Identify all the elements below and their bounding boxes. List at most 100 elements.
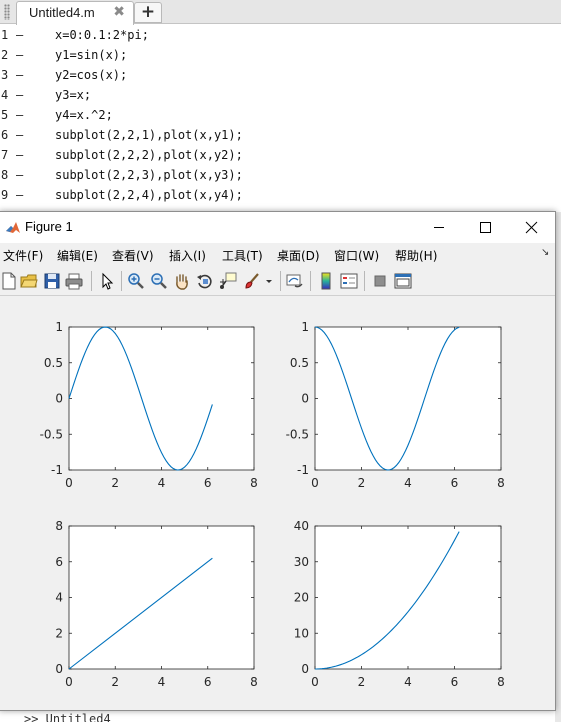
print-icon[interactable] — [65, 272, 83, 290]
line-number: 5 — [1, 108, 9, 122]
breakpoint-marker[interactable]: — — [16, 188, 23, 202]
menu-dock-arrow-icon[interactable]: ↘ — [541, 247, 549, 258]
pointer-icon[interactable] — [98, 272, 116, 290]
code-text[interactable]: y3=x; — [55, 88, 91, 102]
code-text[interactable]: y1=sin(x); — [55, 48, 127, 62]
figure-title-bar[interactable]: Figure 1 — [0, 212, 555, 243]
code-line[interactable]: 2 — y1=sin(x); — [0, 45, 561, 65]
code-line[interactable]: 1 — x=0:0.1:2*pi; — [0, 25, 561, 45]
axes-box — [314, 525, 502, 670]
y-tick-label: 0 — [301, 392, 309, 406]
tab-label: Untitled4.m — [29, 5, 95, 20]
code-text[interactable]: y4=x.^2; — [55, 108, 113, 122]
hide-plot-tools-icon[interactable] — [371, 272, 389, 290]
breakpoint-marker[interactable]: — — [16, 48, 23, 62]
minimize-button[interactable] — [416, 212, 462, 243]
code-line[interactable]: 7 — subplot(2,2,2),plot(x,y2); — [0, 145, 561, 165]
tab-grip-handle[interactable] — [4, 4, 10, 20]
colorbar-icon[interactable] — [317, 272, 335, 290]
axes-box — [314, 326, 502, 471]
y-tick-label: 30 — [294, 555, 309, 569]
y-tick-label: -1 — [51, 463, 63, 477]
x-tick-label: 8 — [250, 476, 258, 490]
subplot-1[interactable]: 0 2 4 6 8 -1 -0.5 0 0.5 1 — [40, 320, 258, 490]
breakpoint-marker[interactable]: — — [16, 108, 23, 122]
open-folder-icon[interactable] — [20, 272, 38, 290]
figure-title: Figure 1 — [25, 219, 73, 234]
menu-tools[interactable]: 工具(T) — [222, 247, 263, 264]
brush-icon[interactable] — [243, 272, 261, 290]
link-plot-icon[interactable] — [286, 272, 304, 290]
menu-file[interactable]: 文件(F) — [3, 247, 43, 264]
x-tick-label: 0 — [311, 675, 319, 689]
y-tick-label: 10 — [294, 626, 309, 640]
menu-edit[interactable]: 编辑(E) — [57, 247, 98, 264]
code-line[interactable]: 9 — subplot(2,2,4),plot(x,y4); — [0, 185, 561, 205]
tab-untitled4[interactable]: Untitled4.m ✖ — [16, 1, 134, 25]
x-tick-label: 6 — [451, 476, 459, 490]
code-text[interactable]: y2=cos(x); — [55, 68, 127, 82]
menu-insert[interactable]: 插入(I) — [169, 247, 206, 264]
line-number: 6 — [1, 128, 9, 142]
zoom-out-icon[interactable] — [150, 272, 168, 290]
breakpoint-marker[interactable]: — — [16, 128, 23, 142]
code-line[interactable]: 4 — y3=x; — [0, 85, 561, 105]
breakpoint-marker[interactable]: — — [16, 168, 23, 182]
menu-window[interactable]: 窗口(W) — [334, 247, 379, 264]
y-tick-label: -0.5 — [286, 427, 309, 441]
x-tick-label: 8 — [497, 675, 505, 689]
line-number: 3 — [1, 68, 9, 82]
code-line[interactable]: 3 — y2=cos(x); — [0, 65, 561, 85]
code-text[interactable]: subplot(2,2,2),plot(x,y2); — [55, 148, 243, 162]
save-icon[interactable] — [43, 272, 61, 290]
x-tick-label: 2 — [111, 476, 119, 490]
y-tick-label: -1 — [297, 463, 309, 477]
toolbar-separator — [310, 271, 311, 291]
brush-dropdown-icon[interactable] — [264, 272, 274, 290]
legend-icon[interactable] — [340, 272, 358, 290]
menu-desktop[interactable]: 桌面(D) — [277, 247, 320, 264]
code-text[interactable]: subplot(2,2,3),plot(x,y3); — [55, 168, 243, 182]
subplot-grid[interactable]: 0 2 4 6 8-1-0.500.510 2 4 6 8-1-0.500.510 2 4 6 8024… — [0, 297, 555, 710]
x-tick-label: 2 — [358, 675, 366, 689]
menu-view[interactable]: 查看(V) — [112, 247, 154, 264]
add-tab-button[interactable]: + — [134, 2, 162, 23]
subplot-3[interactable]: 0 2 4 6 8 0 2 4 6 8 — [55, 519, 257, 689]
y-tick-label: 1 — [55, 320, 63, 334]
pan-hand-icon[interactable] — [173, 272, 191, 290]
x-tick-label: 4 — [158, 476, 166, 490]
maximize-button[interactable] — [462, 212, 508, 243]
subplot-2[interactable]: 0 2 4 6 8 -1 -0.5 0 0.5 1 — [286, 320, 505, 490]
code-line[interactable]: 8 — subplot(2,2,3),plot(x,y3); — [0, 165, 561, 185]
code-text[interactable]: x=0:0.1:2*pi; — [55, 28, 149, 42]
subplot-4[interactable]: 0 2 4 6 8 0 10 20 30 40 — [294, 519, 505, 689]
minimize-icon — [434, 227, 444, 228]
code-line[interactable]: 6 — subplot(2,2,1),plot(x,y1); — [0, 125, 561, 145]
y-tick-label: 0.5 — [290, 356, 309, 370]
breakpoint-marker[interactable]: — — [16, 68, 23, 82]
close-tab-icon[interactable]: ✖ — [113, 4, 125, 20]
figure-window[interactable]: Figure 1 文件(F) 编辑(E) 查看(V) 插入(I) 工具(T) 桌… — [0, 211, 556, 711]
code-line[interactable]: 5 — y4=x.^2; — [0, 105, 561, 125]
x-tick-label: 0 — [311, 476, 319, 490]
y-tick-label: 6 — [55, 555, 63, 569]
breakpoint-marker[interactable]: — — [16, 148, 23, 162]
line-number: 2 — [1, 48, 9, 62]
figure-canvas[interactable]: 0 2 4 6 8 -1 -0.5 0 0.5 1 0 2 4 6 8 -1 -0.5 0 0.5 1 0 2 4 6 8 0 2 4… — [0, 297, 555, 710]
close-button[interactable] — [508, 212, 554, 243]
zoom-in-icon[interactable] — [127, 272, 145, 290]
close-icon — [525, 221, 538, 234]
line-number: 9 — [1, 188, 9, 202]
figure-menu-bar: 文件(F) 编辑(E) 查看(V) 插入(I) 工具(T) 桌面(D) 窗口(W… — [0, 243, 555, 266]
rotate-3d-icon[interactable] — [196, 272, 214, 290]
toolbar-separator — [364, 271, 365, 291]
code-text[interactable]: subplot(2,2,4),plot(x,y4); — [55, 188, 243, 202]
breakpoint-marker[interactable]: — — [16, 28, 23, 42]
show-plot-tools-icon[interactable] — [394, 272, 412, 290]
breakpoint-marker[interactable]: — — [16, 88, 23, 102]
data-cursor-icon[interactable] — [219, 272, 237, 290]
x-tick-label: 2 — [358, 476, 366, 490]
new-file-icon[interactable] — [0, 272, 18, 290]
menu-help[interactable]: 帮助(H) — [395, 247, 437, 264]
code-text[interactable]: subplot(2,2,1),plot(x,y1); — [55, 128, 243, 142]
